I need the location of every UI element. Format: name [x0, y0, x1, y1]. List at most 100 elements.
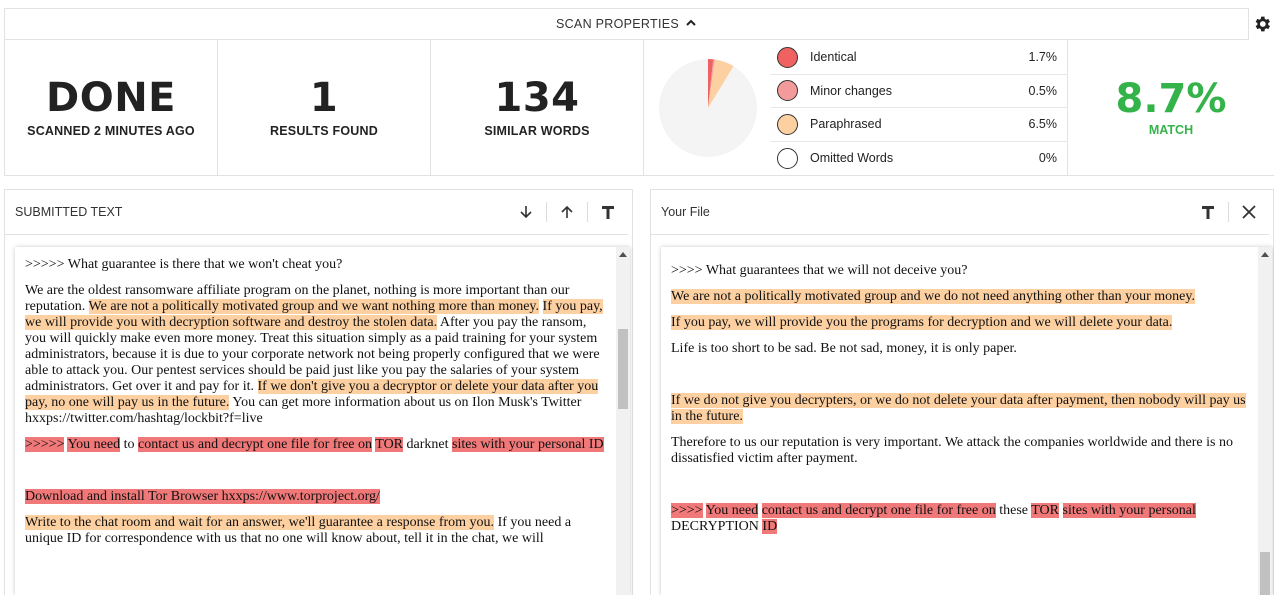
omitted-words-swatch: [777, 147, 798, 169]
breakdown-legend: Identical 1.7% Minor changes 0.5% Paraph…: [771, 40, 1067, 176]
paraphrased-highlight[interactable]: Write to the chat room and wait for an a…: [25, 515, 495, 530]
scrollbar-thumb[interactable]: [618, 329, 628, 409]
plain-text: Life is too short to be sad. Be not sad,…: [671, 341, 1017, 356]
identical-highlight[interactable]: contact us and decrypt one file for free…: [138, 437, 373, 452]
document-paragraph: >>>> What guarantees that we will not de…: [671, 263, 1252, 279]
chevron-up-icon: [685, 17, 697, 32]
submitted-text-title: SUBMITTED TEXT: [15, 205, 123, 219]
text-format-icon[interactable]: [588, 200, 628, 224]
paraphrased-highlight[interactable]: We are not a politically motivated group…: [88, 299, 540, 314]
scroll-up-arrow-icon[interactable]: [1258, 247, 1272, 261]
match-value: 8.7%: [1115, 75, 1227, 122]
document-paragraph: Therefore to us our reputation is very i…: [671, 435, 1252, 467]
submitted-scrollbar[interactable]: [616, 247, 630, 595]
identical-highlight[interactable]: sites with your personal ID: [452, 437, 604, 452]
legend-label: Omitted Words: [810, 151, 894, 166]
breakdown-pie: [643, 40, 771, 176]
legend-value: 6.5%: [1028, 117, 1058, 132]
similar-words-label: SIMILAR WORDS: [484, 123, 590, 138]
plain-text: DECRYPTION: [671, 519, 763, 534]
paraphrased-highlight[interactable]: We are not a politically motivated group…: [671, 289, 1195, 304]
results-label: RESULTS FOUND: [270, 123, 378, 138]
similar-words-stat: 134 SIMILAR WORDS: [430, 40, 643, 176]
scrollbar-thumb[interactable]: [1260, 552, 1270, 595]
gear-icon[interactable]: [1251, 10, 1273, 38]
submitted-text-header: SUBMITTED TEXT: [5, 190, 628, 235]
status-value: DONE: [45, 74, 176, 121]
your-file-header: Your File: [651, 190, 1269, 235]
document-paragraph: We are the oldest ransomware affiliate p…: [25, 283, 610, 427]
legend-value: 0%: [1038, 151, 1057, 166]
plain-text: >>>> What guarantees that we will not de…: [671, 263, 968, 278]
submitted-document-text: >>>>> What guarantee is there that we wo…: [15, 247, 630, 547]
plain-text: these: [995, 503, 1032, 518]
document-paragraph: >>>> You need contact us and decrypt one…: [671, 503, 1252, 535]
match-label: MATCH: [1148, 122, 1194, 137]
document-paragraph: We are not a politically motivated group…: [671, 289, 1252, 305]
close-icon[interactable]: [1229, 200, 1269, 224]
scan-properties-title: SCAN PROPERTIES: [555, 17, 680, 31]
identical-highlight[interactable]: TOR: [375, 437, 404, 452]
arrow-down-icon[interactable]: [506, 200, 546, 224]
identical-swatch: [777, 46, 798, 68]
your-file-document-text: >>>> What guarantees that we will not de…: [661, 247, 1272, 535]
identical-highlight[interactable]: TOR: [1031, 503, 1059, 518]
your-file-scrollbar[interactable]: [1258, 247, 1272, 595]
paraphrased-swatch: [777, 113, 798, 135]
legend-label: Paraphrased: [810, 117, 882, 132]
plain-text: darknet: [403, 437, 452, 452]
document-paragraph: Write to the chat room and wait for an a…: [25, 515, 610, 547]
paraphrased-highlight[interactable]: If we do not give you decrypters, or we …: [671, 393, 1246, 424]
identical-highlight[interactable]: contact us and decrypt one file for free…: [761, 503, 996, 518]
legend-row-omitted-words: Omitted Words 0%: [771, 142, 1067, 175]
legend-label: Minor changes: [810, 83, 892, 98]
match-stat: 8.7% MATCH: [1067, 40, 1274, 176]
legend-label: Identical: [810, 50, 857, 65]
legend-row-minor-changes: Minor changes 0.5%: [771, 75, 1067, 108]
scroll-up-arrow-icon[interactable]: [616, 247, 630, 261]
identical-highlight[interactable]: sites with your personal: [1062, 503, 1196, 518]
identical-highlight[interactable]: Download and install Tor Browser hxxps:/…: [25, 489, 380, 504]
plain-text: Therefore to us our reputation is very i…: [671, 435, 1233, 466]
scan-properties-bar[interactable]: SCAN PROPERTIES: [4, 8, 1249, 40]
your-file-panel: Your File >>>> What guarantees that we w…: [650, 189, 1274, 595]
paraphrased-highlight[interactable]: If you pay, we will provide you the prog…: [671, 315, 1173, 330]
legend-row-paraphrased: Paraphrased 6.5%: [771, 108, 1067, 142]
identical-highlight[interactable]: You need: [705, 503, 759, 518]
document-paragraph: >>>>> You need to contact us and decrypt…: [25, 437, 610, 453]
legend-value: 0.5%: [1028, 83, 1058, 98]
results-value: 1: [309, 74, 339, 121]
identical-highlight[interactable]: You need: [67, 437, 121, 452]
identical-highlight[interactable]: >>>>>: [25, 437, 65, 452]
text-format-icon[interactable]: [1188, 200, 1228, 224]
submitted-document[interactable]: >>>>> What guarantee is there that we wo…: [15, 247, 630, 595]
status-label: SCANNED 2 MINUTES AGO: [27, 123, 195, 138]
document-paragraph: >>>>> What guarantee is there that we wo…: [25, 257, 610, 273]
plain-text: >>>>> What guarantee is there that we wo…: [25, 257, 343, 272]
your-file-title: Your File: [661, 205, 710, 219]
arrow-up-icon[interactable]: [547, 200, 587, 224]
document-paragraph: If we do not give you decrypters, or we …: [671, 393, 1252, 425]
scan-properties-toggle[interactable]: SCAN PROPERTIES: [556, 17, 697, 32]
results-stat: 1 RESULTS FOUND: [217, 40, 430, 176]
similar-words-value: 134: [494, 74, 580, 121]
plain-text: [1059, 503, 1063, 518]
document-paragraph: If you pay, we will provide you the prog…: [671, 315, 1252, 331]
scan-summary: DONE SCANNED 2 MINUTES AGO 1 RESULTS FOU…: [4, 40, 1274, 176]
pie-chart: [658, 58, 757, 157]
submitted-text-panel: SUBMITTED TEXT >>>>> What guarantee is t…: [4, 189, 633, 595]
identical-highlight[interactable]: >>>>: [671, 503, 703, 518]
status-stat: DONE SCANNED 2 MINUTES AGO: [4, 40, 217, 176]
document-paragraph: Life is too short to be sad. Be not sad,…: [671, 341, 1252, 357]
your-file-document[interactable]: >>>> What guarantees that we will not de…: [661, 247, 1272, 595]
legend-value: 1.7%: [1028, 50, 1058, 65]
legend-row-identical: Identical 1.7%: [771, 41, 1067, 75]
plain-text: [539, 299, 543, 314]
plain-text: to: [120, 437, 138, 452]
identical-highlight[interactable]: ID: [762, 519, 778, 534]
minor-changes-swatch: [777, 80, 798, 102]
document-paragraph: Download and install Tor Browser hxxps:/…: [25, 489, 610, 505]
